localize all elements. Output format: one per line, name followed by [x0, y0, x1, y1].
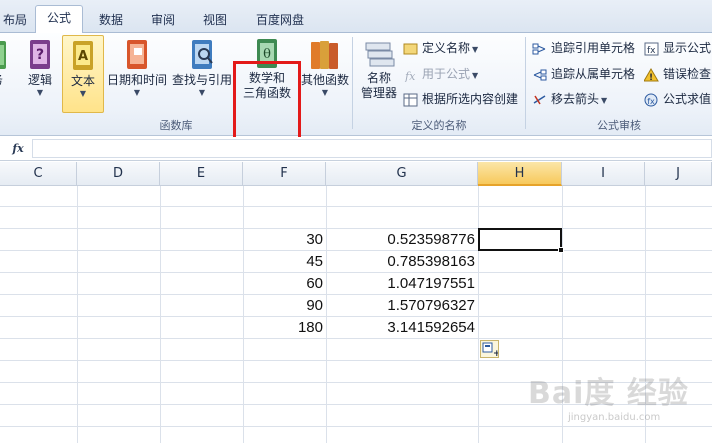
- group-separator: [525, 37, 526, 129]
- grid-line: [0, 294, 712, 295]
- show-formulas-button[interactable]: fx 显示公式: [644, 37, 711, 59]
- trace-precedents-button[interactable]: 追踪引用单元格: [532, 37, 635, 59]
- svg-text:!: !: [649, 73, 653, 82]
- fill-handle[interactable]: [558, 247, 564, 253]
- cell-f-value[interactable]: 60: [243, 274, 326, 294]
- logical-button[interactable]: ? 逻辑 ▼: [18, 35, 62, 113]
- date-time-button[interactable]: 日期和时间 ▼: [104, 35, 170, 113]
- trace-dependents-icon: [533, 69, 547, 80]
- formula-bar: fx: [0, 137, 712, 161]
- cell-g-value[interactable]: 1.047197551: [326, 274, 478, 294]
- date-time-book-icon: [127, 40, 147, 69]
- more-functions-button[interactable]: 其他函数 ▼: [298, 35, 352, 113]
- grid-line: [0, 272, 712, 273]
- grid-icon: [403, 93, 418, 106]
- cell-f-value[interactable]: 180: [243, 318, 326, 338]
- lookup-reference-button[interactable]: 查找与引用 ▼: [170, 35, 234, 113]
- trace-dependents-button[interactable]: 追踪从属单元格: [532, 63, 635, 85]
- warning-icon: !: [644, 67, 659, 82]
- group-label-formula-auditing: 公式审核: [597, 119, 641, 132]
- paste-options-icon: +: [482, 342, 501, 359]
- define-name-button[interactable]: 定义名称 ▼: [403, 37, 478, 59]
- book-icon: [0, 41, 6, 69]
- chevron-down-icon: ▼: [133, 88, 141, 97]
- cell-f-value[interactable]: 30: [243, 230, 326, 250]
- tab-formulas[interactable]: 公式: [35, 5, 83, 34]
- insert-function-icon[interactable]: fx: [6, 140, 30, 157]
- cell-g-value[interactable]: 3.141592654: [326, 318, 478, 338]
- chevron-down-icon: ▼: [79, 89, 87, 98]
- column-header-i[interactable]: I: [562, 162, 645, 186]
- tab-baidu-netdisk[interactable]: 百度网盘: [244, 10, 316, 30]
- grid-line: [0, 228, 712, 229]
- paste-options-button[interactable]: +: [480, 340, 501, 359]
- highlight-box-math-trig: [233, 61, 301, 148]
- name-manager-button[interactable]: 名称 管理器: [356, 35, 402, 113]
- grid-line: [0, 360, 712, 361]
- column-header-j[interactable]: J: [645, 162, 712, 186]
- grid-line: [0, 316, 712, 317]
- group-separator: [352, 37, 353, 129]
- show-formulas-icon: fx: [644, 42, 659, 56]
- ribbon-tab-bar: 布局 公式 数据 审阅 视图 百度网盘: [0, 0, 712, 34]
- baidu-watermark: Bai度 经验 jingyan.baidu.com: [528, 362, 712, 438]
- chevron-down-icon: ▼: [321, 88, 329, 97]
- formula-input[interactable]: [32, 139, 712, 158]
- svg-text:θ: θ: [263, 47, 271, 62]
- chevron-down-icon: ▼: [36, 88, 44, 97]
- column-header-f[interactable]: F: [243, 162, 326, 186]
- text-book-icon: A: [73, 41, 93, 70]
- cell-g-value[interactable]: 0.523598776: [326, 230, 478, 250]
- tab-data[interactable]: 数据: [89, 10, 133, 30]
- grid-line: [0, 206, 712, 207]
- column-header-d[interactable]: D: [77, 162, 160, 186]
- tab-review[interactable]: 审阅: [141, 10, 185, 30]
- column-header-c[interactable]: C: [0, 162, 77, 186]
- more-functions-books-icon: [311, 41, 338, 69]
- ribbon: 务 ▼ ? 逻辑 ▼ A 文本 ▼ 日期和时间 ▼: [0, 33, 712, 148]
- watermark-url: jingyan.baidu.com: [568, 412, 661, 423]
- tab-view[interactable]: 视图: [193, 10, 237, 30]
- excel-window: 布局 公式 数据 审阅 视图 百度网盘 务 ▼ ? 逻辑 ▼ A: [0, 0, 712, 443]
- group-label-function-library: 函数库: [159, 119, 193, 132]
- svg-text:A: A: [78, 49, 88, 64]
- group-label-defined-names: 定义的名称: [411, 119, 467, 132]
- tag-icon: [403, 43, 418, 54]
- cell-f-value[interactable]: 90: [243, 296, 326, 316]
- column-header-h[interactable]: H: [478, 162, 562, 186]
- financial-button[interactable]: 务 ▼: [0, 35, 16, 113]
- formula-icon: fx: [404, 70, 416, 82]
- text-functions-button[interactable]: A 文本 ▼: [62, 35, 104, 113]
- cell-g-value[interactable]: 1.570796327: [326, 296, 478, 316]
- use-in-formula-button[interactable]: fx 用于公式 ▼: [403, 63, 478, 85]
- grid-line: [0, 338, 712, 339]
- chevron-down-icon: ▼: [0, 88, 16, 98]
- evaluate-formula-icon: fx: [644, 93, 658, 106]
- svg-text:fx: fx: [647, 46, 656, 56]
- evaluate-formula-button[interactable]: fx 公式求值: [644, 88, 711, 110]
- create-from-selection-button[interactable]: 根据所选内容创建: [403, 88, 518, 110]
- remove-arrows-icon: [533, 94, 546, 104]
- error-checking-button[interactable]: ! 错误检查: [644, 63, 711, 85]
- active-cell-h[interactable]: [478, 228, 564, 253]
- column-header-g[interactable]: G: [326, 162, 478, 186]
- svg-text:+: +: [493, 349, 498, 357]
- svg-text:?: ?: [36, 47, 44, 63]
- chevron-down-icon: ▼: [198, 88, 206, 97]
- cell-f-value[interactable]: 45: [243, 252, 326, 272]
- svg-text:fx: fx: [647, 97, 655, 106]
- lookup-book-icon: [192, 40, 213, 69]
- remove-arrows-button[interactable]: 移去箭头 ▼: [532, 88, 607, 110]
- watermark-logo-text: Bai度 经验: [528, 376, 689, 411]
- trace-precedents-icon: [532, 43, 546, 54]
- grid-line: [0, 250, 712, 251]
- logic-book-icon: ?: [30, 40, 50, 69]
- name-manager-icon: [365, 42, 395, 67]
- column-header-e[interactable]: E: [160, 162, 243, 186]
- tab-layout[interactable]: 布局: [0, 10, 30, 30]
- cell-g-value[interactable]: 0.785398163: [326, 252, 478, 272]
- svg-text:fx: fx: [404, 70, 416, 82]
